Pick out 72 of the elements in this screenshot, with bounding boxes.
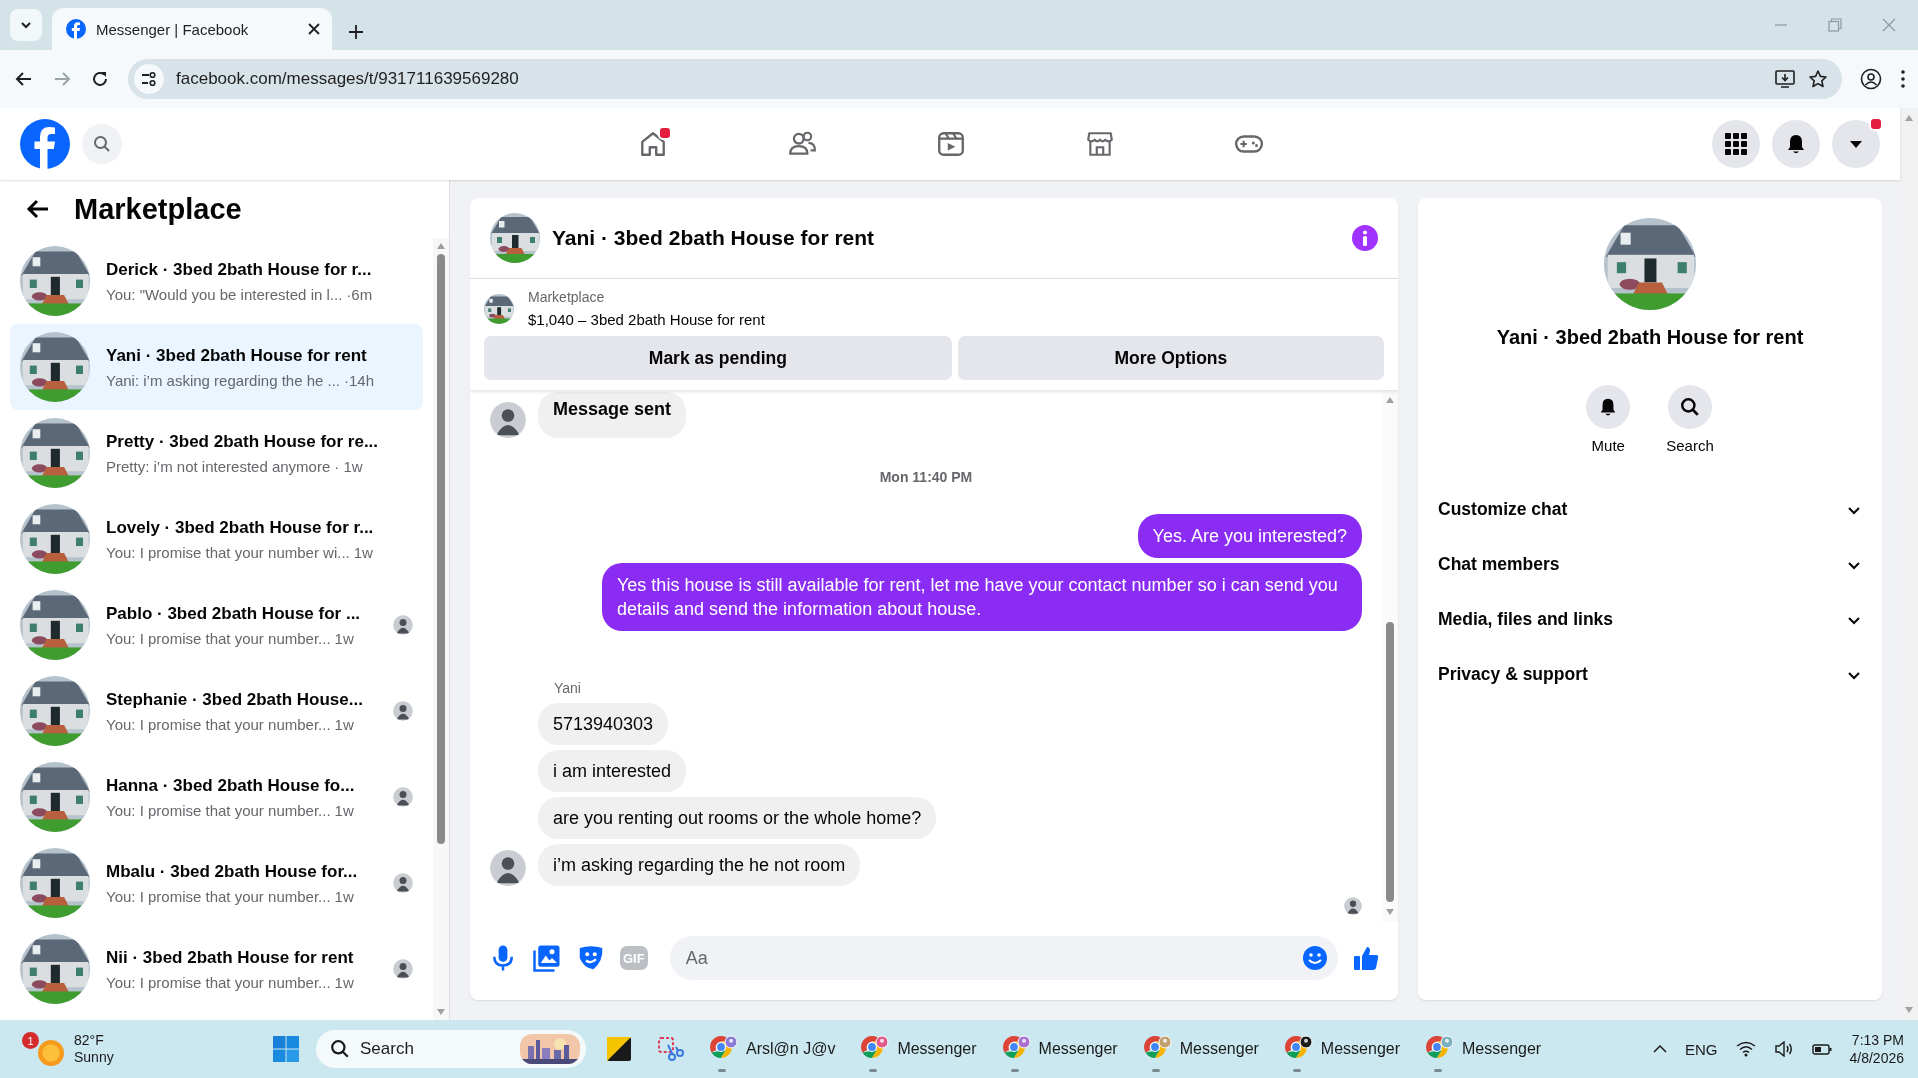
message-preview: You: I promise that your number... (106, 801, 331, 819)
conversation-title: Pablo · 3bed 2bath House for ... (106, 603, 362, 624)
message-bubble: Yes. Are you interested? (1137, 514, 1362, 558)
section-header[interactable]: Customize chat (1418, 482, 1882, 537)
message-time: 1w (334, 973, 354, 991)
timestamp: Mon 11:40 PM (879, 469, 973, 485)
message-time: ·14h (344, 371, 375, 389)
taskbar-app[interactable]: Arsl@n J@v (704, 1024, 840, 1074)
language-indicator[interactable]: ENG (1685, 1040, 1718, 1058)
taskbar-app[interactable]: Messenger (996, 1024, 1122, 1074)
message-preview: You: I promise that your number... (106, 887, 331, 905)
conversation-item[interactable]: Nii · 3bed 2bath House for rent You: I promise that your number... 1w (10, 926, 423, 1012)
action-button[interactable]: Mark as pending (484, 336, 952, 380)
conversation-item[interactable]: Pablo · 3bed 2bath House for ... You: I promise that your number... 1w (10, 582, 423, 668)
weather-condition: Sunny (74, 1049, 114, 1066)
listing-title: $1,040 – 3bed 2bath House for rent (528, 311, 765, 328)
conversation-title: Yani · 3bed 2bath House for rent (106, 345, 368, 366)
message-time: 1w (334, 801, 354, 819)
conversation-name: Yani · 3bed 2bath House for rent (1496, 326, 1804, 349)
clock[interactable]: 7:13 PM 4/8/2026 (1849, 1031, 1904, 1067)
message-time: 1w (334, 887, 354, 905)
message-bubble: i am interested (538, 750, 687, 792)
listing-source: Marketplace (528, 289, 606, 305)
conversation-item[interactable]: Pretty · 3bed 2bath House for re... Pretty: i’m not interested anymore · 1w (10, 410, 423, 496)
section-header[interactable]: Media, files and links (1418, 592, 1882, 647)
taskbar-app[interactable]: Messenger (1420, 1024, 1546, 1074)
message-bubble: i’m asking regarding the he not room (538, 844, 861, 886)
notification-badge: 1 (22, 1032, 39, 1049)
url-text: facebook.com/messages/t/931711639569280 (176, 69, 520, 89)
message-preview: You: I promise that your number... (106, 629, 331, 647)
message-preview: You: I promise that your number wi... (106, 543, 350, 561)
message-time: · 1w (334, 457, 363, 475)
tab-title: Messenger | Facebook (96, 20, 250, 38)
message-preview: You: "Would you be interested in l... (106, 285, 343, 303)
message-preview: You: I promise that your number... (106, 715, 331, 733)
conversation-title: Nii · 3bed 2bath House for rent (106, 947, 355, 968)
conversation-item[interactable]: Mbalu · 3bed 2bath House for... You: I promise that your number... 1w (10, 840, 423, 926)
message-field[interactable]: Aa (669, 936, 1338, 980)
conversation-title: Hanna · 3bed 2bath House fo... (106, 775, 356, 796)
conversation-title: Lovely · 3bed 2bath House for r... (106, 517, 375, 538)
message-time: 1w (334, 629, 354, 647)
message-time: ·6m (346, 285, 373, 303)
conversation-title: Pretty · 3bed 2bath House for re... (106, 431, 379, 452)
conversation-item[interactable]: Derick · 3bed 2bath House for r... You: "Would you be interested in l... ·6m (10, 238, 423, 324)
section-header[interactable]: Privacy & support (1418, 647, 1882, 702)
taskbar-app[interactable]: Messenger (1278, 1024, 1404, 1074)
conversation-title: Stephanie · 3bed 2bath House... (106, 689, 364, 710)
message-bubble: Message sent (538, 392, 687, 438)
conversation-item[interactable]: Yani · 3bed 2bath House for rent Yani: i’m asking regarding the he ... ·14h (10, 324, 423, 410)
action-button[interactable]: More Options (957, 336, 1384, 380)
sender-name: Yani (554, 680, 582, 696)
message-bubble: 5713940303 (538, 703, 669, 745)
conversation-item[interactable]: Hanna · 3bed 2bath House fo... You: I promise that your number... 1w (10, 754, 423, 840)
conversation-item[interactable]: Stephanie · 3bed 2bath House... You: I promise that your number... 1w (10, 668, 423, 754)
message-preview: You: I promise that your number... (106, 973, 331, 991)
sidebar-title: Marketplace (74, 192, 242, 226)
browser-tab[interactable]: Messenger | Facebook (52, 8, 332, 50)
taskbar-app[interactable]: Messenger (1137, 1024, 1263, 1074)
message-time: 1w (334, 715, 354, 733)
conversation-item[interactable]: Lovely · 3bed 2bath House for r... You: I promise that your number wi... 1w (10, 496, 423, 582)
taskbar-app[interactable]: Messenger (855, 1024, 981, 1074)
chat-title: Yani · 3bed 2bath House for rent (552, 226, 876, 250)
section-header[interactable]: Chat members (1418, 537, 1882, 592)
message-time: 1w (353, 543, 373, 561)
address-bar[interactable]: facebook.com/messages/t/931711639569280 (128, 59, 1842, 99)
conversation-title: Derick · 3bed 2bath House for r... (106, 259, 373, 280)
message-bubble: Yes this house is still available for rent, let me have your contact number so i can send you details and send the information about house. (602, 563, 1362, 631)
message-preview: Yani: i’m asking regarding the he ... (106, 371, 341, 389)
conversation-title: Mbalu · 3bed 2bath House for... (106, 861, 359, 882)
message-bubble: are you renting out rooms or the whole home? (538, 797, 937, 839)
message-preview: Pretty: i’m not interested anymore (106, 457, 331, 475)
temperature: 82°F (74, 1032, 105, 1049)
